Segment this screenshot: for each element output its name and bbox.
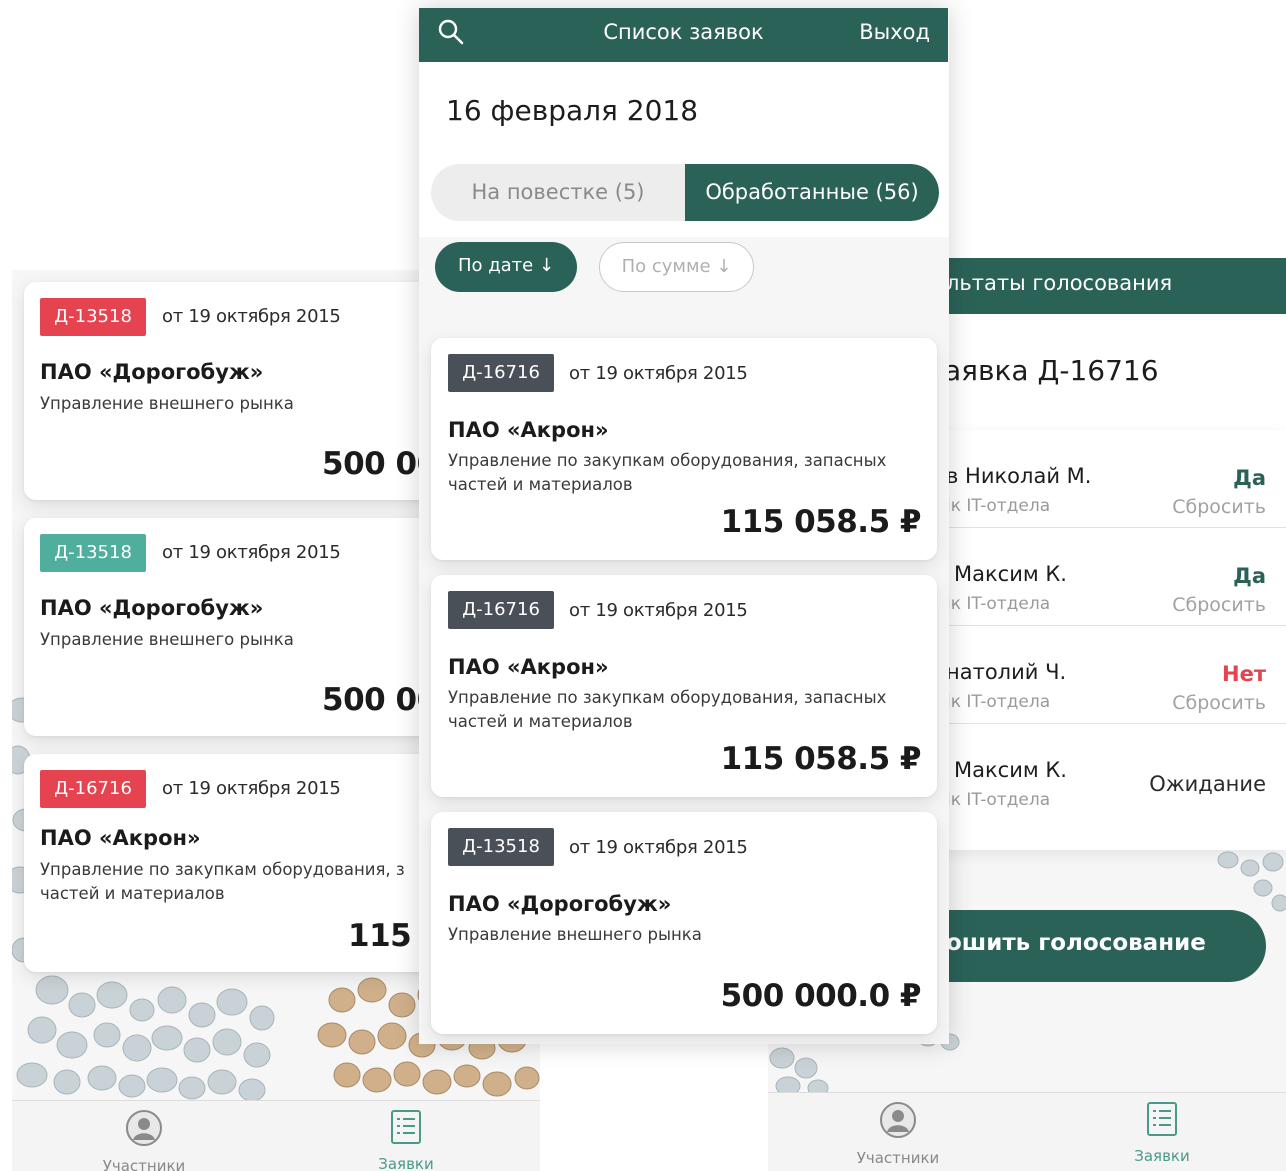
tab-participants-label: Участники: [856, 1149, 940, 1167]
company-name: ПАО «Дорогобуж»: [448, 892, 672, 916]
request-title: аявка Д-16716: [944, 354, 1159, 387]
list-icon: [1147, 1102, 1177, 1136]
request-date: от 19 октября 2015: [569, 837, 748, 858]
department-line-2: частей и материалов: [448, 475, 633, 494]
sort-by-sum-button[interactable]: По сумме ↓: [599, 242, 754, 292]
voter-name: в Николай М.: [946, 464, 1092, 488]
company-name: ПАО «Акрон»: [40, 826, 201, 850]
request-card[interactable]: Д-16716 от 19 октября 2015 ПАО «Акрон» У…: [24, 754, 444, 972]
request-date: от 19 октября 2015: [569, 363, 748, 384]
request-number-badge: Д-16716: [448, 591, 554, 629]
request-amount: 115 058.5 ₽: [720, 504, 922, 540]
department: Управление внешнего рынка: [448, 925, 702, 944]
center-screen: Список заявок Выход 16 февраля 2018 На п…: [419, 8, 949, 1044]
voter-name: Максим К.: [954, 562, 1067, 586]
voter-role: ік IT-отдела: [946, 496, 1051, 516]
request-amount: 115 058.5 ₽: [720, 741, 922, 777]
department: Управление по закупкам оборудования, зап…: [448, 688, 887, 707]
tab-requests-label: Заявки: [1134, 1147, 1190, 1165]
department: Управление по закупкам оборудования, з: [40, 860, 405, 879]
sort-by-date-button[interactable]: По дате ↓: [435, 242, 577, 292]
tab-requests[interactable]: Заявки: [336, 1109, 476, 1171]
tab-participants-label: Участники: [102, 1157, 186, 1171]
department: Управление по закупкам оборудования, зап…: [448, 451, 887, 470]
voter-role: ік IT-отдела: [946, 692, 1051, 712]
voter-name: натолий Ч.: [946, 660, 1067, 684]
request-number-badge: Д-16716: [40, 770, 146, 808]
company-name: ПАО «Акрон»: [448, 418, 609, 442]
vote-answer: Да: [1233, 466, 1266, 490]
vote-pending-status: Ожидание: [1149, 772, 1266, 796]
logout-button[interactable]: Выход: [859, 20, 930, 44]
company-name: ПАО «Дорогобуж»: [40, 596, 264, 620]
request-number-badge: Д-13518: [40, 534, 146, 572]
list-icon: [391, 1110, 421, 1144]
request-date: от 19 октября 2015: [162, 306, 341, 327]
app-header: Список заявок Выход: [419, 8, 948, 62]
request-date: от 19 октября 2015: [569, 600, 748, 621]
vote-answer: Нет: [1222, 662, 1266, 686]
tab-participants[interactable]: Участники: [74, 1109, 214, 1171]
request-amount: 500 000.0 ₽: [720, 978, 922, 1014]
request-card[interactable]: Д-13518 от 19 октября 2015 ПАО «Дорогобу…: [431, 812, 937, 1034]
request-date: от 19 октября 2015: [162, 778, 341, 799]
user-avatar-icon: [880, 1102, 916, 1138]
user-avatar-icon: [126, 1110, 162, 1146]
request-number-badge: Д-13518: [448, 828, 554, 866]
request-date: от 19 октября 2015: [162, 542, 341, 563]
reset-vote-button[interactable]: Сбросить: [1172, 692, 1266, 714]
tab-bar: Участники Заявки: [12, 1100, 540, 1171]
department: Управление внешнего рынка: [40, 394, 294, 413]
date-heading: 16 февраля 2018: [446, 94, 699, 127]
segment-processed[interactable]: Обработанные (56): [685, 164, 939, 221]
department-line-2: частей и материалов: [448, 712, 633, 731]
header-title: льтаты голосования: [946, 271, 1173, 295]
department-line-2: частей и материалов: [40, 884, 225, 903]
voter-role: ік IT-отдела: [946, 594, 1051, 614]
tab-bar: Участники Заявки: [768, 1092, 1286, 1171]
voter-role: ік IT-отдела: [946, 790, 1051, 810]
department: Управление внешнего рынка: [40, 630, 294, 649]
reset-vote-button[interactable]: Сбросить: [1172, 496, 1266, 518]
voter-name: Максим К.: [954, 758, 1067, 782]
request-number-badge: Д-16716: [448, 354, 554, 392]
tab-requests[interactable]: Заявки: [1092, 1101, 1232, 1165]
company-name: ПАО «Акрон»: [448, 655, 609, 679]
company-name: ПАО «Дорогобуж»: [40, 360, 264, 384]
finish-voting-label: ошить голосование: [946, 930, 1206, 956]
segment-agenda[interactable]: На повестке (5): [431, 164, 685, 221]
request-card[interactable]: Д-16716 от 19 октября 2015 ПАО «Акрон» У…: [431, 575, 937, 797]
tab-requests-label: Заявки: [378, 1155, 434, 1171]
request-card[interactable]: Д-13518 от 19 октября 2015 ПАО «Дорогобу…: [24, 282, 444, 500]
reset-vote-button[interactable]: Сбросить: [1172, 594, 1266, 616]
tab-participants[interactable]: Участники: [828, 1101, 968, 1167]
vote-answer: Да: [1233, 564, 1266, 588]
request-card[interactable]: Д-13518 от 19 октября 2015 ПАО «Дорогобу…: [24, 518, 444, 736]
status-segmented-control: На повестке (5) Обработанные (56): [431, 164, 939, 221]
request-card[interactable]: Д-16716 от 19 октября 2015 ПАО «Акрон» У…: [431, 338, 937, 560]
request-number-badge: Д-13518: [40, 298, 146, 336]
